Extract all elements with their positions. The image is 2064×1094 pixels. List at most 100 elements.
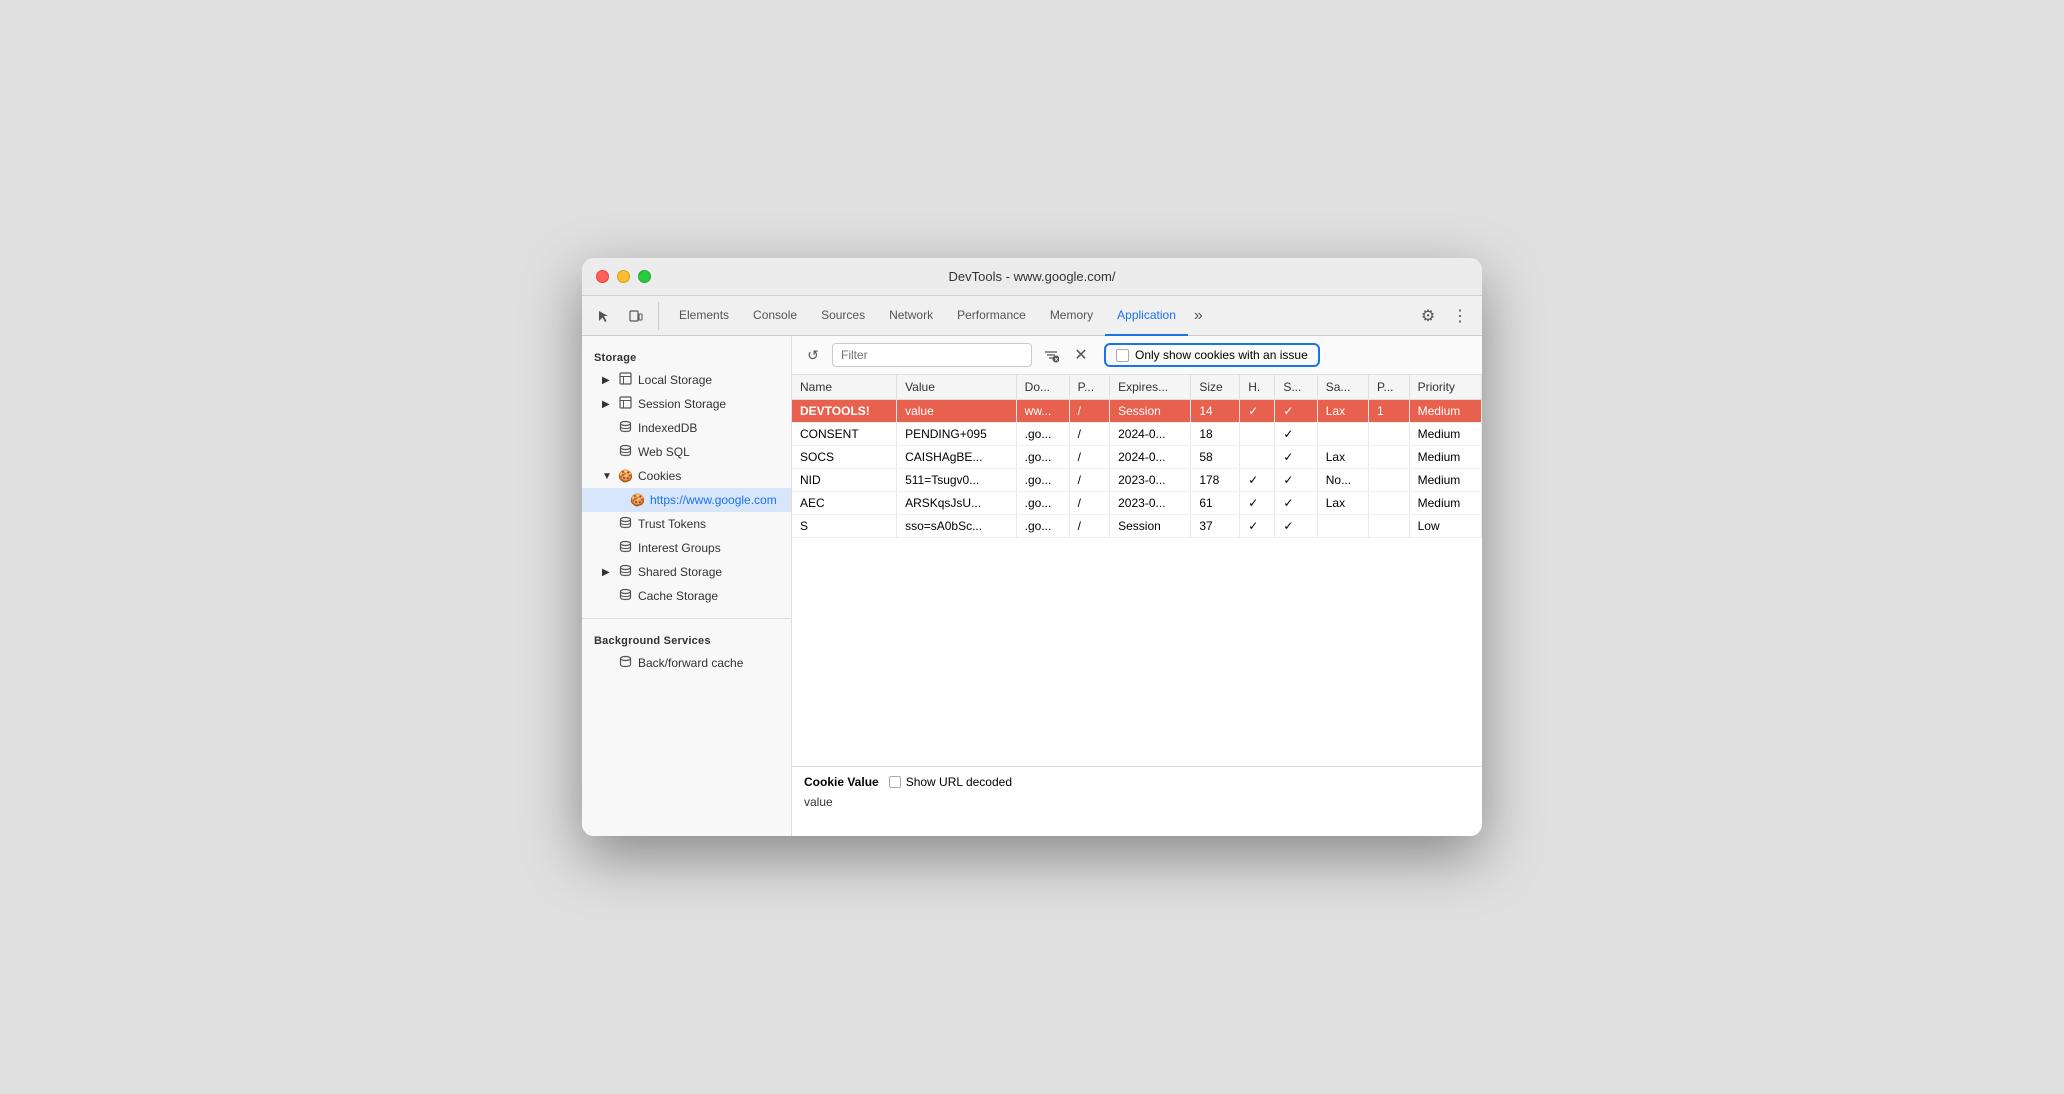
- col-samesite[interactable]: Sa...: [1317, 375, 1368, 400]
- show-url-decoded-toggle[interactable]: Show URL decoded: [889, 775, 1012, 789]
- cell-secure: ✓: [1275, 492, 1317, 515]
- indexeddb-icon: [618, 420, 632, 436]
- sidebar-item-trust-tokens[interactable]: ▶ Trust Tokens: [582, 512, 791, 536]
- storage-section-label: Storage: [582, 346, 791, 368]
- cell-path: /: [1069, 515, 1110, 538]
- sidebar-item-google-cookies[interactable]: ▶ 🍪 https://www.google.com: [582, 488, 791, 512]
- cell-priority: Medium: [1409, 423, 1481, 446]
- cell-size: 178: [1191, 469, 1240, 492]
- table-row[interactable]: CONSENTPENDING+095.go.../2024-0...18✓Med…: [792, 423, 1482, 446]
- sidebar-item-shared-storage[interactable]: ▶ Shared Storage: [582, 560, 791, 584]
- filter-input[interactable]: [832, 343, 1032, 367]
- table-row[interactable]: AECARSKqsJsU....go.../2023-0...61✓✓LaxMe…: [792, 492, 1482, 515]
- col-domain[interactable]: Do...: [1016, 375, 1069, 400]
- local-storage-label: Local Storage: [638, 373, 712, 387]
- google-cookies-label: https://www.google.com: [650, 493, 777, 507]
- cell-httponly: [1240, 423, 1275, 446]
- cell-value: 511=Tsugv0...: [897, 469, 1017, 492]
- expand-arrow-icon: ▶: [602, 375, 612, 386]
- table-row[interactable]: DEVTOOLS!valueww.../Session14✓✓Lax1Mediu…: [792, 400, 1482, 423]
- expand-arrow-icon: ▶: [602, 399, 612, 410]
- cell-domain: .go...: [1016, 469, 1069, 492]
- sidebar-item-backforward-cache[interactable]: ▶ Back/forward cache: [582, 651, 791, 675]
- web-sql-label: Web SQL: [638, 445, 690, 459]
- websql-icon: [618, 444, 632, 460]
- cell-samesite: Lax: [1317, 446, 1368, 469]
- sidebar-item-local-storage[interactable]: ▶ Local Storage: [582, 368, 791, 392]
- tab-sources[interactable]: Sources: [809, 296, 877, 336]
- col-priority[interactable]: Priority: [1409, 375, 1481, 400]
- col-path[interactable]: P...: [1069, 375, 1110, 400]
- table-header-row: Name Value Do... P... Expires... Size H.…: [792, 375, 1482, 400]
- col-expires[interactable]: Expires...: [1110, 375, 1191, 400]
- col-name[interactable]: Name: [792, 375, 897, 400]
- cell-partitioned: 1: [1369, 400, 1410, 423]
- url-decode-checkbox[interactable]: [889, 776, 901, 788]
- tab-console[interactable]: Console: [741, 296, 809, 336]
- only-issues-toggle[interactable]: Only show cookies with an issue: [1104, 343, 1320, 367]
- cell-secure: ✓: [1275, 515, 1317, 538]
- google-cookies-icon: 🍪: [630, 493, 644, 507]
- cell-priority: Medium: [1409, 469, 1481, 492]
- settings-icon[interactable]: ⚙: [1414, 302, 1442, 330]
- cell-domain: ww...: [1016, 400, 1069, 423]
- titlebar: DevTools - www.google.com/: [582, 258, 1482, 296]
- cell-samesite: [1317, 423, 1368, 446]
- cell-partitioned: [1369, 446, 1410, 469]
- only-issues-checkbox[interactable]: [1116, 349, 1129, 362]
- cell-priority: Low: [1409, 515, 1481, 538]
- main-panel: ↺ × ✕ Only show cooki: [792, 336, 1482, 836]
- sidebar-item-indexeddb[interactable]: ▶ IndexedDB: [582, 416, 791, 440]
- sidebar-item-session-storage[interactable]: ▶ Session Storage: [582, 392, 791, 416]
- cursor-icon[interactable]: [590, 302, 618, 330]
- tab-application[interactable]: Application: [1105, 296, 1188, 336]
- cell-partitioned: [1369, 492, 1410, 515]
- table-row[interactable]: Ssso=sA0bSc....go.../Session37✓✓Low: [792, 515, 1482, 538]
- minimize-button[interactable]: [617, 270, 630, 283]
- sidebar-item-web-sql[interactable]: ▶ Web SQL: [582, 440, 791, 464]
- col-httponly[interactable]: H.: [1240, 375, 1275, 400]
- cache-storage-icon: [618, 588, 632, 604]
- tab-network[interactable]: Network: [877, 296, 945, 336]
- col-size[interactable]: Size: [1191, 375, 1240, 400]
- cell-httponly: ✓: [1240, 492, 1275, 515]
- sidebar-item-cache-storage[interactable]: ▶ Cache Storage: [582, 584, 791, 608]
- tab-memory[interactable]: Memory: [1038, 296, 1105, 336]
- table-row[interactable]: NID511=Tsugv0....go.../2023-0...178✓✓No.…: [792, 469, 1482, 492]
- sidebar-item-interest-groups[interactable]: ▶ Interest Groups: [582, 536, 791, 560]
- cell-path: /: [1069, 446, 1110, 469]
- cell-samesite: No...: [1317, 469, 1368, 492]
- shared-storage-icon: [618, 564, 632, 580]
- col-value[interactable]: Value: [897, 375, 1017, 400]
- col-partitioned[interactable]: P...: [1369, 375, 1410, 400]
- cell-partitioned: [1369, 515, 1410, 538]
- filter-clear-button[interactable]: ✕: [1070, 344, 1092, 366]
- only-issues-text: Only show cookies with an issue: [1135, 348, 1308, 362]
- interest-groups-label: Interest Groups: [638, 541, 721, 555]
- col-secure[interactable]: S...: [1275, 375, 1317, 400]
- cell-samesite: [1317, 515, 1368, 538]
- tab-overflow-button[interactable]: »: [1188, 296, 1209, 336]
- sidebar-item-cookies[interactable]: ▼ 🍪 Cookies: [582, 464, 791, 488]
- more-options-icon[interactable]: ⋮: [1446, 302, 1474, 330]
- device-icon[interactable]: [622, 302, 650, 330]
- tab-performance[interactable]: Performance: [945, 296, 1038, 336]
- cell-httponly: ✓: [1240, 400, 1275, 423]
- window-title: DevTools - www.google.com/: [949, 269, 1116, 284]
- refresh-button[interactable]: ↺: [800, 342, 826, 368]
- cell-path: /: [1069, 400, 1110, 423]
- filter-options-icon[interactable]: ×: [1038, 342, 1064, 368]
- expand-arrow-icon: ▼: [602, 471, 612, 482]
- maximize-button[interactable]: [638, 270, 651, 283]
- trust-tokens-label: Trust Tokens: [638, 517, 706, 531]
- local-storage-icon: [618, 372, 632, 388]
- cell-httponly: ✓: [1240, 515, 1275, 538]
- session-storage-icon: [618, 396, 632, 412]
- close-button[interactable]: [596, 270, 609, 283]
- cell-expires: Session: [1110, 515, 1191, 538]
- cell-secure: ✓: [1275, 446, 1317, 469]
- tab-elements[interactable]: Elements: [667, 296, 741, 336]
- table-row[interactable]: SOCSCAISHAgBE....go.../2024-0...58✓LaxMe…: [792, 446, 1482, 469]
- cell-name: S: [792, 515, 897, 538]
- cache-storage-label: Cache Storage: [638, 589, 718, 603]
